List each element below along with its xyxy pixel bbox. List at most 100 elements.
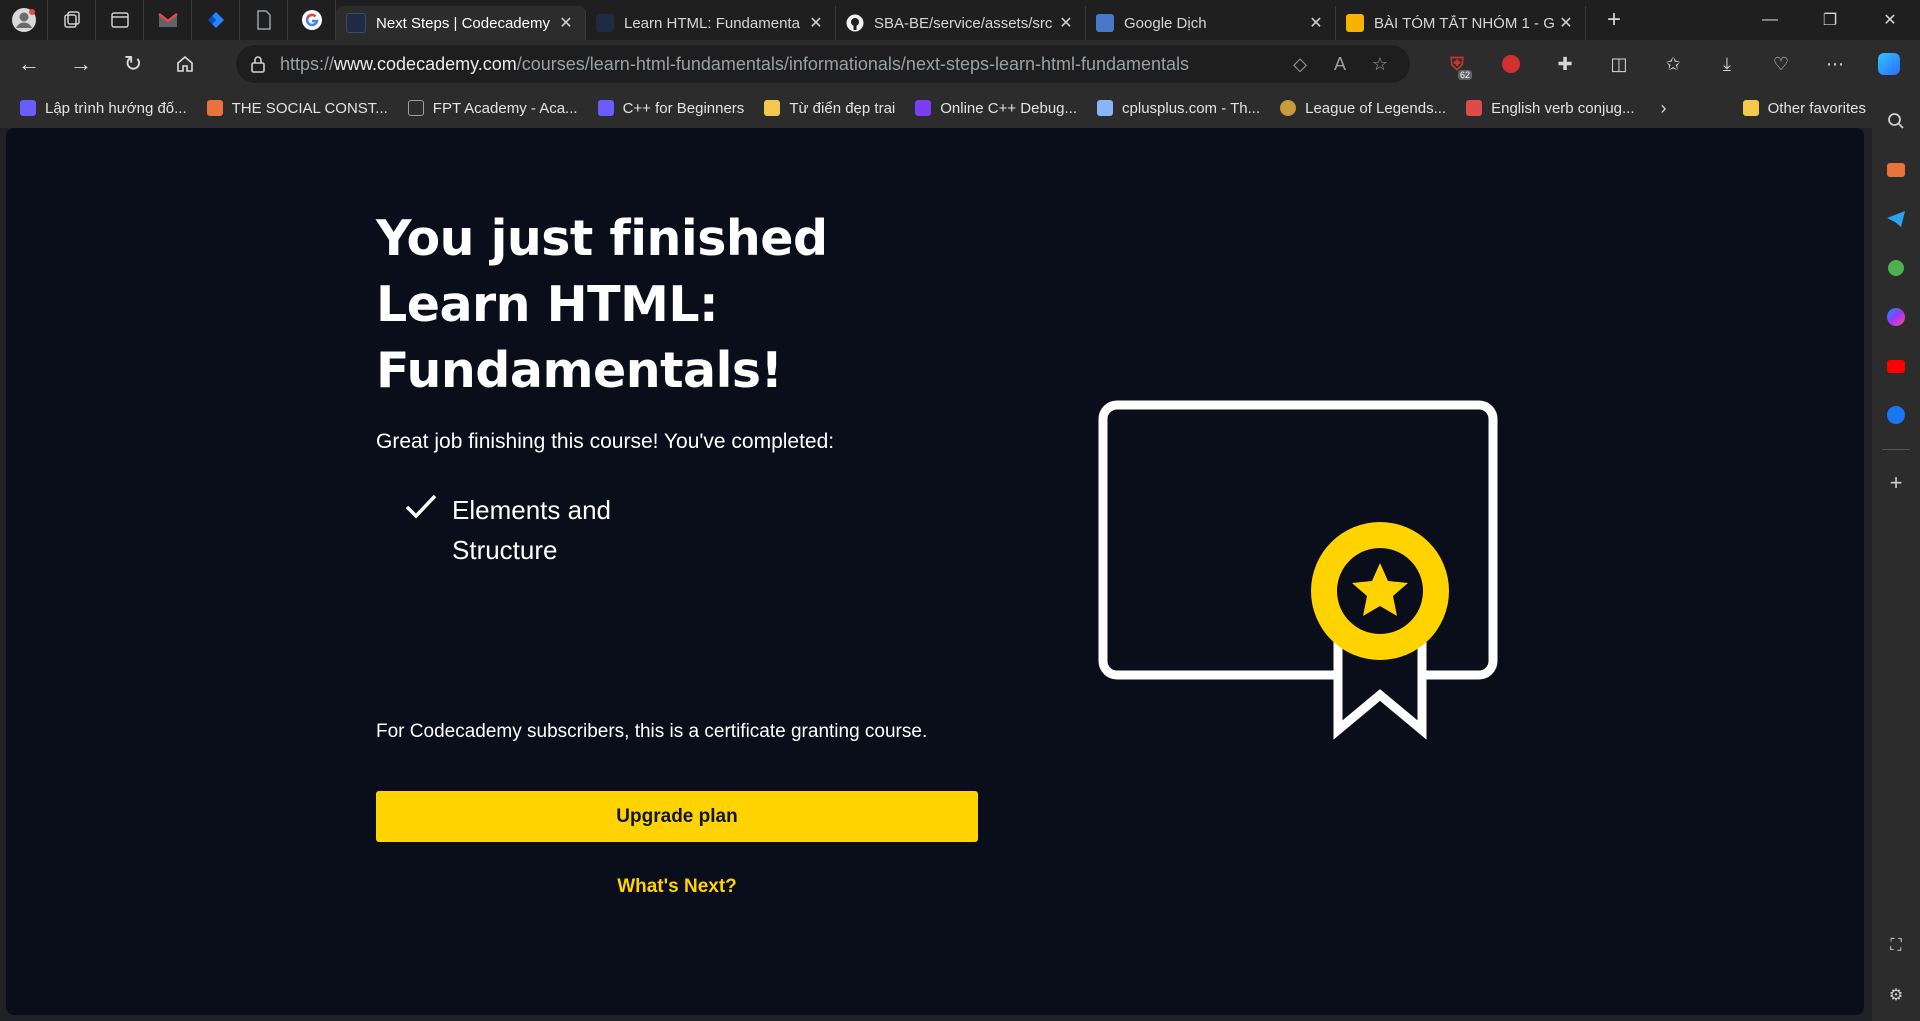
- completed-list: Elements and Structure: [376, 490, 1016, 570]
- tab-actions-button[interactable]: [96, 0, 144, 40]
- facebook-icon[interactable]: [1880, 399, 1912, 431]
- bookmark-label: Từ điển đẹp trai: [789, 99, 896, 117]
- downloads-button[interactable]: ⤓: [1700, 44, 1754, 84]
- bookmark-item[interactable]: Lập trình hướng đố...: [20, 100, 187, 117]
- browser-toolbar: ← → ↻ https://www.codecademy.com/courses…: [0, 40, 1920, 88]
- certificate-icon: [1098, 400, 1498, 740]
- pinned-tab-gmail[interactable]: [144, 0, 192, 40]
- tab-learn-html[interactable]: Learn HTML: Fundamenta ✕: [586, 6, 836, 40]
- favorite-star-icon[interactable]: ☆: [1360, 54, 1400, 75]
- close-icon[interactable]: ✕: [1307, 13, 1325, 33]
- download-icon: ⤓: [1723, 53, 1731, 74]
- codecademy-icon: [20, 100, 36, 116]
- youtube-icon[interactable]: [1880, 350, 1912, 382]
- url-text[interactable]: https://www.codecademy.com/courses/learn…: [280, 54, 1280, 75]
- forward-button[interactable]: →: [58, 44, 104, 84]
- bookmark-item[interactable]: C++ for Beginners: [597, 99, 745, 117]
- other-favorites[interactable]: Other favorites: [1742, 100, 1866, 117]
- messenger-icon[interactable]: [1880, 301, 1912, 333]
- extensions-bar: ⛨ 62 ✚ ◫ ✩ ⤓ ♡ ⋯: [1430, 44, 1916, 84]
- tab-title: SBA-BE/service/assets/src: [874, 14, 1053, 32]
- close-icon[interactable]: ✕: [1057, 13, 1075, 33]
- bolt-icon: [915, 100, 932, 116]
- bookmark-label: C++ for Beginners: [622, 99, 745, 117]
- folder-icon: [764, 100, 781, 116]
- bookmark-item[interactable]: Online C++ Debug...: [915, 100, 1077, 117]
- bookmark-item[interactable]: THE SOCIAL CONST...: [206, 99, 388, 117]
- document-icon: [407, 100, 424, 116]
- folder-icon: [1742, 100, 1759, 116]
- tag-icon[interactable]: ◇: [1280, 54, 1320, 75]
- google-icon: [301, 10, 322, 30]
- pinned-tab-jira[interactable]: [192, 0, 240, 40]
- new-tab-button[interactable]: +: [1594, 6, 1634, 34]
- settings-gear-icon[interactable]: ⚙: [1880, 979, 1912, 1011]
- cplusplus-icon: [1097, 100, 1114, 116]
- copilot-button[interactable]: [1862, 44, 1916, 84]
- settings-more-button[interactable]: ⋯: [1808, 44, 1862, 84]
- tab-title: BÀI TÓM TẮT NHÓM 1 - G: [1374, 14, 1555, 32]
- bookmark-item[interactable]: FPT Academy - Aca...: [407, 100, 578, 117]
- pinned-tab-document[interactable]: [240, 0, 288, 40]
- workspaces-button[interactable]: [48, 0, 96, 40]
- bookmark-item[interactable]: Từ điển đẹp trai: [764, 100, 895, 117]
- google-translate-icon: [1096, 14, 1114, 32]
- refresh-icon: ↻: [123, 51, 143, 76]
- ublock-extension-button[interactable]: ⛨ 62: [1430, 44, 1484, 84]
- url-path: /courses/learn-html-fundamentals/informa…: [516, 53, 1190, 74]
- reverso-icon: [1466, 100, 1483, 116]
- close-window-icon[interactable]: ✕: [1860, 0, 1920, 40]
- google-slides-icon: [1346, 14, 1364, 32]
- telegram-icon[interactable]: [1880, 203, 1912, 235]
- url-host: www.codecademy.com: [334, 53, 517, 74]
- copilot-icon: [1878, 53, 1900, 75]
- tree-icon[interactable]: [1880, 252, 1912, 284]
- bookmark-label: cplusplus.com - Th...: [1122, 99, 1261, 117]
- bookmark-item[interactable]: League of Legends...: [1280, 100, 1446, 117]
- next-steps-content: You just finished Learn HTML: Fundamenta…: [376, 206, 1016, 570]
- read-aloud-icon[interactable]: A: [1320, 54, 1360, 75]
- tab-google-slides[interactable]: BÀI TÓM TẮT NHÓM 1 - G ✕: [1336, 6, 1586, 40]
- profile-icon: [11, 8, 36, 32]
- tab-title: Google Dịch: [1124, 14, 1207, 32]
- add-icon[interactable]: +: [1880, 467, 1912, 499]
- toolbox-icon[interactable]: [1880, 154, 1912, 186]
- search-icon[interactable]: [1880, 105, 1912, 137]
- favorites-bar: Lập trình hướng đố... THE SOCIAL CONST..…: [0, 88, 1880, 128]
- layers-icon: [206, 100, 223, 116]
- adblock-extension-button[interactable]: [1484, 44, 1538, 84]
- lock-icon[interactable]: [236, 55, 280, 73]
- codecademy-page: You just finished Learn HTML: Fundamenta…: [6, 128, 1864, 1015]
- address-bar[interactable]: https://www.codecademy.com/courses/learn…: [236, 45, 1410, 83]
- pinned-tab-google[interactable]: [288, 0, 336, 40]
- upgrade-plan-button[interactable]: Upgrade plan: [376, 791, 978, 842]
- bookmark-item[interactable]: English verb conjug...: [1466, 100, 1635, 117]
- profile-button[interactable]: [0, 0, 48, 40]
- bookmark-label: League of Legends...: [1305, 99, 1447, 117]
- tab-google-translate[interactable]: Google Dịch ✕: [1086, 6, 1336, 40]
- close-icon[interactable]: ✕: [557, 13, 575, 33]
- home-button[interactable]: [162, 44, 208, 84]
- sidebar-divider: [1882, 449, 1910, 450]
- arrow-right-icon: →: [70, 51, 92, 76]
- bookmark-label: Online C++ Debug...: [940, 99, 1078, 117]
- refresh-button[interactable]: ↻: [110, 44, 156, 84]
- close-icon[interactable]: ✕: [807, 13, 825, 33]
- restore-icon[interactable]: ❐: [1800, 0, 1860, 40]
- screenshot-icon[interactable]: ⛶: [1880, 930, 1912, 962]
- back-button[interactable]: ←: [6, 44, 52, 84]
- tab-actions-icon: [110, 12, 129, 28]
- split-screen-icon: ◫: [1610, 53, 1628, 74]
- tab-github[interactable]: SBA-BE/service/assets/src ✕: [836, 6, 1086, 40]
- browser-essentials-button[interactable]: ♡: [1754, 44, 1808, 84]
- chevron-right-icon[interactable]: ›: [1661, 98, 1667, 119]
- whats-next-link[interactable]: What's Next?: [376, 876, 978, 898]
- favorites-button[interactable]: ✩: [1646, 44, 1700, 84]
- bookmark-label: THE SOCIAL CONST...: [231, 99, 388, 117]
- tab-next-steps[interactable]: Next Steps | Codecademy ✕: [336, 6, 586, 40]
- extensions-button[interactable]: ✚: [1538, 44, 1592, 84]
- minimize-icon[interactable]: —: [1740, 0, 1800, 40]
- split-screen-button[interactable]: ◫: [1592, 44, 1646, 84]
- bookmark-item[interactable]: cplusplus.com - Th...: [1097, 100, 1260, 117]
- close-icon[interactable]: ✕: [1557, 13, 1575, 33]
